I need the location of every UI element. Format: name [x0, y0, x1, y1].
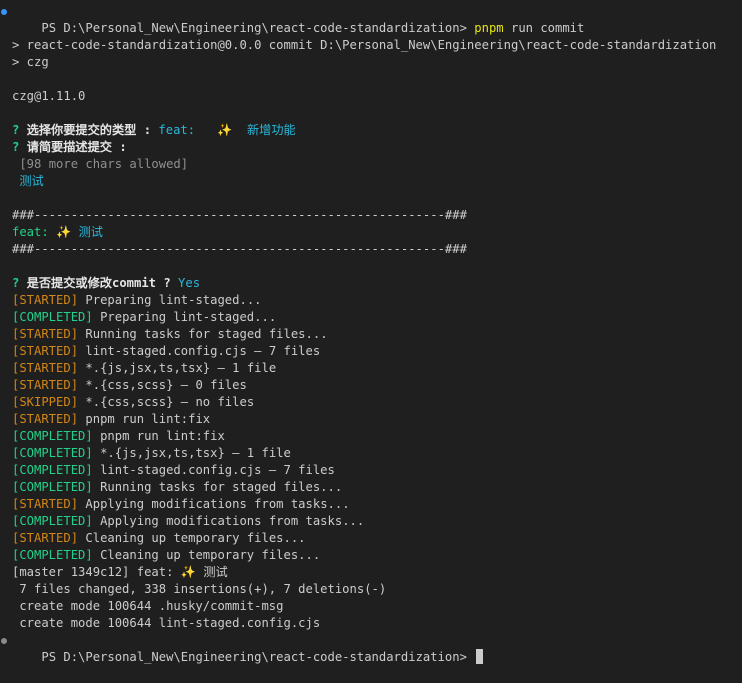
preview-type: feat: [12, 225, 49, 239]
command-prompt-line: PS D:\Personal_New\Engineering\react-cod… [0, 3, 742, 35]
subject-answer: 测试 [19, 174, 44, 188]
lint-status-tag: [STARTED] [12, 531, 79, 545]
question-mark-icon: ? [12, 140, 20, 154]
lint-line: [STARTED] *.{js,jsx,ts,tsx} — 1 file [0, 360, 742, 377]
question-mark-icon: ? [12, 276, 20, 290]
lint-status-text: pnpm run lint:fix [85, 412, 211, 426]
lint-status-text: lint-staged.config.cjs — 7 files [85, 344, 321, 358]
commit-summary-line: [master 1349c12] feat: ✨ 测试 [0, 564, 742, 581]
type-question: 选择你要提交的类型 : [26, 123, 152, 137]
lint-status-tag: [STARTED] [12, 361, 79, 375]
lint-staged-output: [STARTED] Preparing lint-staged... [COMPL… [0, 292, 742, 564]
create-mode-line: create mode 100644 .husky/commit-msg [12, 599, 284, 613]
lint-status-text: Cleaning up temporary files... [85, 531, 306, 545]
confirm-question-line: ? 是否提交或修改commit ? Yes [0, 275, 742, 292]
lint-status-tag: [STARTED] [12, 412, 79, 426]
lint-line: [COMPLETED] lint-staged.config.cjs — 7 f… [0, 462, 742, 479]
lint-status-text: pnpm run lint:fix [100, 429, 225, 443]
commit-summary: [master 1349c12] feat: [12, 565, 174, 579]
lint-status-text: *.{css,scss} — 0 files [85, 378, 247, 392]
lint-status-text: Cleaning up temporary files... [100, 548, 321, 562]
script-header-line: > react-code-standardization@0.0.0 commi… [12, 38, 717, 52]
lint-status-text: Running tasks for staged files... [85, 327, 328, 341]
question-mark-icon: ? [12, 123, 20, 137]
separator-top: ###-------------------------------------… [12, 208, 467, 222]
lint-line: [COMPLETED] Preparing lint-staged... [0, 309, 742, 326]
lint-status-text: *.{js,jsx,ts,tsx} — 1 file [100, 446, 291, 460]
lint-status-tag: [COMPLETED] [12, 548, 93, 562]
sparkles-icon: ✨ [56, 225, 72, 239]
separator-bottom: ###-------------------------------------… [12, 242, 467, 256]
lint-status-tag: [STARTED] [12, 327, 79, 341]
lint-status-tag: [STARTED] [12, 344, 79, 358]
lint-status-tag: [COMPLETED] [12, 514, 93, 528]
create-mode-line: create mode 100644 lint-staged.config.cj… [12, 616, 321, 630]
lint-status-tag: [SKIPPED] [12, 395, 79, 409]
chars-hint: [98 more chars allowed] [19, 157, 189, 171]
preview-subject: 测试 [78, 225, 103, 239]
lint-line: [STARTED] pnpm run lint:fix [0, 411, 742, 428]
lint-status-text: *.{js,jsx,ts,tsx} — 1 file [85, 361, 277, 375]
sparkles-icon: ✨ [217, 123, 233, 137]
type-answer-desc: 新增功能 [246, 123, 296, 137]
type-question-line: ? 选择你要提交的类型 : feat: ✨ 新增功能 [0, 122, 742, 139]
lint-status-tag: [COMPLETED] [12, 429, 93, 443]
sparkles-icon: ✨ [180, 565, 196, 579]
lint-line: [COMPLETED] Cleaning up temporary files.… [0, 547, 742, 564]
lint-status-tag: [STARTED] [12, 293, 79, 307]
final-prompt-line[interactable]: PS D:\Personal_New\Engineering\react-cod… [0, 632, 742, 664]
lint-line: [SKIPPED] *.{css,scss} — no files [0, 394, 742, 411]
lint-line: [COMPLETED] Running tasks for staged fil… [0, 479, 742, 496]
type-answer-key: feat: [158, 123, 196, 137]
command-success-dot-icon[interactable] [1, 9, 7, 15]
lint-line: [STARTED] Preparing lint-staged... [0, 292, 742, 309]
lint-line: [STARTED] Cleaning up temporary files... [0, 530, 742, 547]
lint-line: [STARTED] *.{css,scss} — 0 files [0, 377, 742, 394]
lint-line: [STARTED] Running tasks for staged files… [0, 326, 742, 343]
lint-line: [STARTED] Applying modifications from ta… [0, 496, 742, 513]
lint-status-tag: [COMPLETED] [12, 310, 93, 324]
czg-version-line: czg@1.11.0 [12, 89, 86, 103]
lint-status-text: *.{css,scss} — no files [85, 395, 255, 409]
lint-line: [COMPLETED] *.{js,jsx,ts,tsx} — 1 file [0, 445, 742, 462]
chars-hint-line: [98 more chars allowed] [0, 156, 742, 173]
lint-status-text: lint-staged.config.cjs — 7 files [100, 463, 335, 477]
stats-line: 7 files changed, 338 insertions(+), 7 de… [12, 582, 387, 596]
preview-line: feat: ✨ 测试 [0, 224, 742, 241]
lint-line: [STARTED] lint-staged.config.cjs — 7 fil… [0, 343, 742, 360]
lint-line: [COMPLETED] Applying modifications from … [0, 513, 742, 530]
terminal-panel[interactable]: PS D:\Personal_New\Engineering\react-cod… [0, 0, 742, 664]
command-pending-dot-icon[interactable] [1, 638, 7, 644]
subject-question-line: ? 请简要描述提交 : [0, 139, 742, 156]
lint-status-text: Applying modifications from tasks... [100, 514, 365, 528]
lint-status-text: Preparing lint-staged... [85, 293, 262, 307]
lint-status-tag: [COMPLETED] [12, 446, 93, 460]
commit-subject: 测试 [203, 565, 228, 579]
confirm-question: 是否提交或修改commit ? [26, 276, 171, 290]
lint-status-tag: [STARTED] [12, 378, 79, 392]
lint-status-tag: [COMPLETED] [12, 463, 93, 477]
script-cmd-line: > czg [12, 55, 49, 69]
lint-status-tag: [STARTED] [12, 497, 79, 511]
lint-status-tag: [COMPLETED] [12, 480, 93, 494]
lint-status-text: Preparing lint-staged... [100, 310, 277, 324]
subject-question: 请简要描述提交 : [26, 140, 127, 154]
lint-line: [COMPLETED] pnpm run lint:fix [0, 428, 742, 445]
confirm-answer: Yes [178, 276, 201, 290]
lint-status-text: Applying modifications from tasks... [85, 497, 350, 511]
subject-answer-line: 测试 [0, 173, 742, 190]
lint-status-text: Running tasks for staged files... [100, 480, 343, 494]
